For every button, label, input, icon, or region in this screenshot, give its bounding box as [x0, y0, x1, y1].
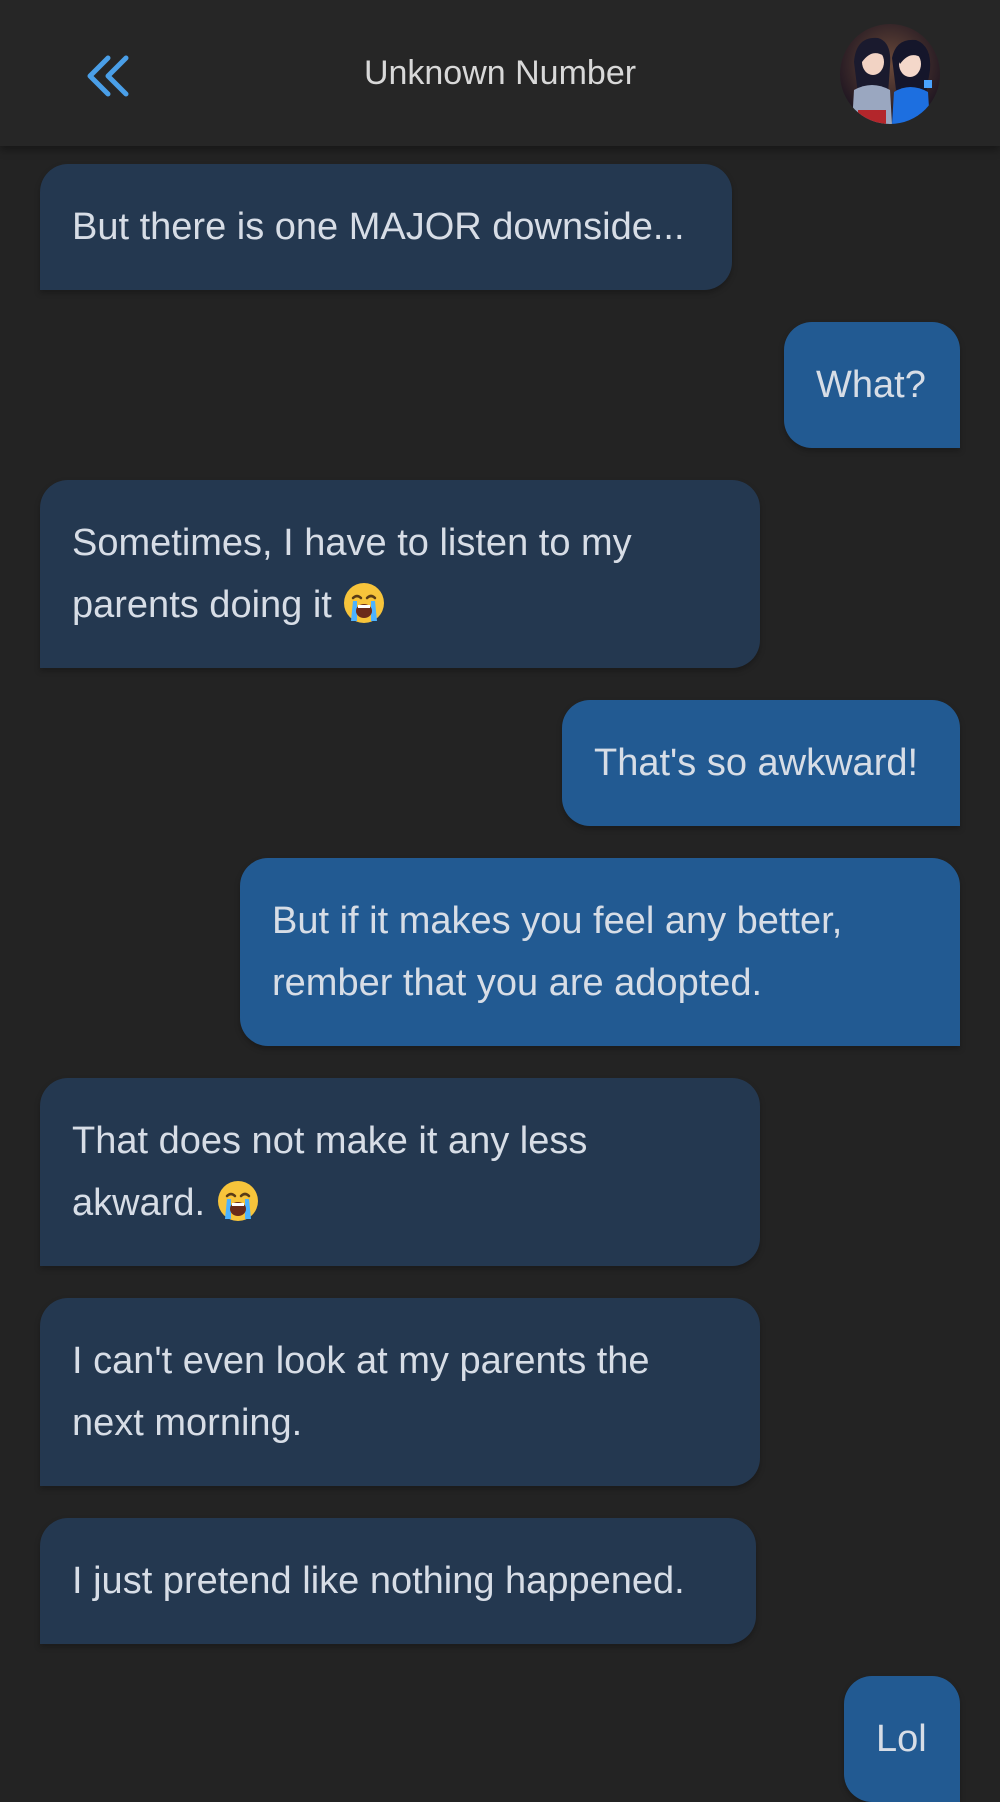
crying-face-icon — [217, 1181, 258, 1221]
message-text: That does not make it any less akward. — [72, 1120, 588, 1224]
chat-title: Unknown Number — [363, 54, 637, 92]
message-incoming: I just pretend like nothing happened. — [40, 1518, 756, 1644]
message-text: But if it makes you feel any better, rem… — [272, 900, 843, 1004]
contact-avatar[interactable] — [840, 24, 940, 124]
message-text: That's so awkward! — [594, 742, 919, 784]
crying-face-icon — [344, 583, 385, 623]
message-outgoing: But if it makes you feel any better, rem… — [240, 858, 960, 1046]
message-text: What? — [816, 364, 926, 406]
message-text: I just pretend like nothing happened. — [72, 1560, 685, 1602]
message-outgoing: Lol — [844, 1676, 960, 1802]
chat-header: Unknown Number — [0, 0, 1000, 146]
message-outgoing: That's so awkward! — [562, 700, 960, 826]
message-incoming: But there is one MAJOR downside... — [40, 164, 732, 290]
message-text: But there is one MAJOR downside... — [72, 206, 685, 248]
message-incoming: That does not make it any less akward. — [40, 1078, 760, 1266]
back-button[interactable] — [80, 48, 136, 104]
message-incoming: I can't even look at my parents the next… — [40, 1298, 760, 1486]
message-text: I can't even look at my parents the next… — [72, 1340, 650, 1444]
double-chevron-left-icon — [87, 55, 129, 97]
message-outgoing: What? — [784, 322, 960, 448]
message-text: Lol — [876, 1718, 927, 1760]
message-incoming: Sometimes, I have to listen to my parent… — [40, 480, 760, 668]
